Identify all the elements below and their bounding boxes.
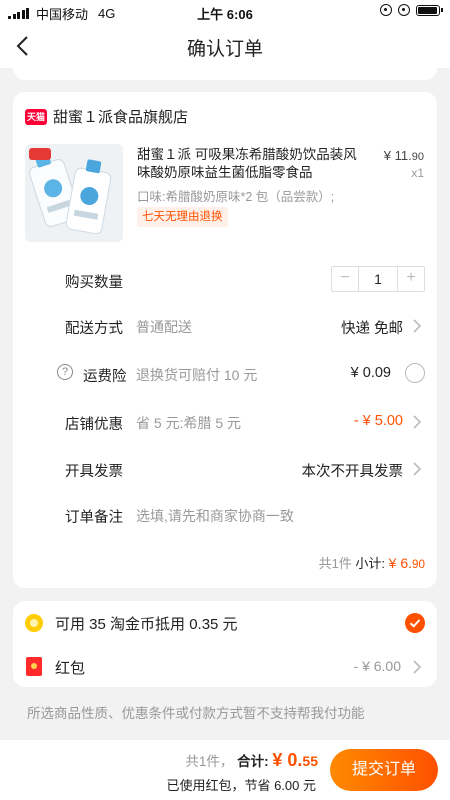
saved-amount: 已使用红包，节省 6.00 元 [166, 778, 316, 793]
page-title: 确认订单 [186, 39, 263, 60]
order-total: 共1件， 合计: ¥ 0.55 [185, 750, 318, 771]
shop-name[interactable]: 甜蜜１派食品旗舰店 [53, 106, 188, 127]
quantity-label: 购买数量 [65, 275, 123, 291]
discount-label: 店铺优惠 [65, 417, 123, 433]
subtotal: 共1件 小计: ¥ 6.90 [319, 553, 425, 572]
product-title[interactable]: 甜蜜１派 可吸果冻希腊酸奶饮品装风味酸奶原味益生菌低脂零食品 [137, 146, 363, 182]
delivery-label: 配送方式 [65, 321, 123, 337]
shop-header[interactable]: 天猫 甜蜜１派食品旗舰店 [25, 106, 188, 127]
chevron-right-icon [413, 462, 422, 476]
insurance-radio[interactable] [405, 363, 425, 383]
return-policy-tag: 七天无理由退换 [137, 207, 228, 227]
insurance-label: 运费险 [83, 369, 127, 385]
product-quantity: x1 [411, 166, 424, 180]
invoice-value: 本次不开具发票 [301, 464, 404, 480]
product-spec: 口味:希腊酸奶原味*2 包（品尝款）; [137, 190, 335, 204]
insurance-price: ¥ 0.09 [350, 365, 391, 381]
address-card-bottom [13, 68, 437, 80]
total-amount: ¥ 0.55 [272, 750, 318, 770]
decrease-button[interactable]: − [332, 267, 358, 291]
total-count: 共1件， [185, 754, 234, 769]
invoice-row[interactable]: 开具发票 本次不开具发票 [65, 454, 425, 484]
checkout-bar: 共1件， 合计: ¥ 0.55 已使用红包，节省 6.00 元 提交订单 [0, 740, 450, 800]
insurance-description: 退换货可赔付 10 元 [136, 367, 258, 383]
order-card: 天猫 甜蜜１派食品旗舰店 甜蜜１派 可吸果冻希腊酸奶饮品装风味酸奶原味益生菌低脂… [13, 92, 437, 588]
delivery-row[interactable]: 配送方式 普通配送 快递 免邮 [65, 311, 425, 341]
order-note-row: 订单备注 选填,请先和商家协商一致 [65, 500, 425, 530]
delivery-value: 快递 免邮 [340, 321, 403, 337]
alarm-icon [398, 4, 410, 16]
red-packet-label: 红包 [55, 660, 86, 677]
chevron-right-icon [413, 415, 422, 429]
note-label: 订单备注 [65, 510, 123, 526]
navigation-bar: 确认订单 [0, 24, 450, 68]
payment-notice: 所选商品性质、优惠条件或付款方式暂不支持帮我付功能 [27, 706, 365, 721]
discount-card: 可用 35 淘金币抵用 0.35 元 红包 - ¥ 6.00 [13, 601, 437, 687]
quantity-input[interactable]: 1 [358, 267, 398, 291]
tmall-logo-icon: 天猫 [25, 108, 47, 125]
taobao-coin-icon [25, 614, 43, 632]
subtotal-count: 共1件 [318, 556, 352, 571]
red-packet-icon [26, 657, 42, 676]
help-icon[interactable]: ? [57, 364, 73, 380]
checkmark-icon [409, 619, 421, 628]
coin-checkbox[interactable] [405, 613, 425, 633]
increase-button[interactable]: + [398, 267, 424, 291]
chevron-right-icon [413, 319, 422, 333]
status-bar: 中国移动 4G 上午 6:06 [0, 0, 450, 24]
quantity-row: 购买数量 − 1 + [65, 265, 425, 295]
discount-description: 省 5 元:希腊 5 元 [136, 415, 242, 431]
coin-offset-text: 可用 35 淘金币抵用 0.35 元 [55, 616, 238, 633]
shop-discount-row[interactable]: 店铺优惠 省 5 元:希腊 5 元 - ¥ 5.00 [65, 407, 425, 437]
product-image[interactable] [25, 144, 123, 242]
subtotal-label: 小计: [355, 556, 386, 571]
delivery-method: 普通配送 [136, 319, 192, 335]
total-label: 合计: [237, 754, 269, 769]
quantity-stepper[interactable]: − 1 + [331, 266, 425, 292]
discount-value: - ¥ 5.00 [353, 413, 403, 429]
yogurt-pouch-image [25, 144, 123, 242]
product-price: ¥ 11.90 [383, 148, 424, 163]
shipping-insurance-row: ? 运费险 退换货可赔付 10 元 ¥ 0.09 [57, 359, 425, 389]
invoice-label: 开具发票 [65, 464, 123, 480]
orientation-lock-icon [380, 4, 392, 16]
red-packet-value[interactable]: - ¥ 6.00 [354, 658, 401, 674]
order-note-input[interactable]: 选填,请先和商家协商一致 [136, 506, 294, 526]
battery-icon [416, 4, 443, 16]
submit-order-button[interactable]: 提交订单 [330, 749, 438, 791]
subtotal-amount: ¥ 6.90 [388, 555, 425, 571]
chevron-right-icon [413, 660, 422, 674]
